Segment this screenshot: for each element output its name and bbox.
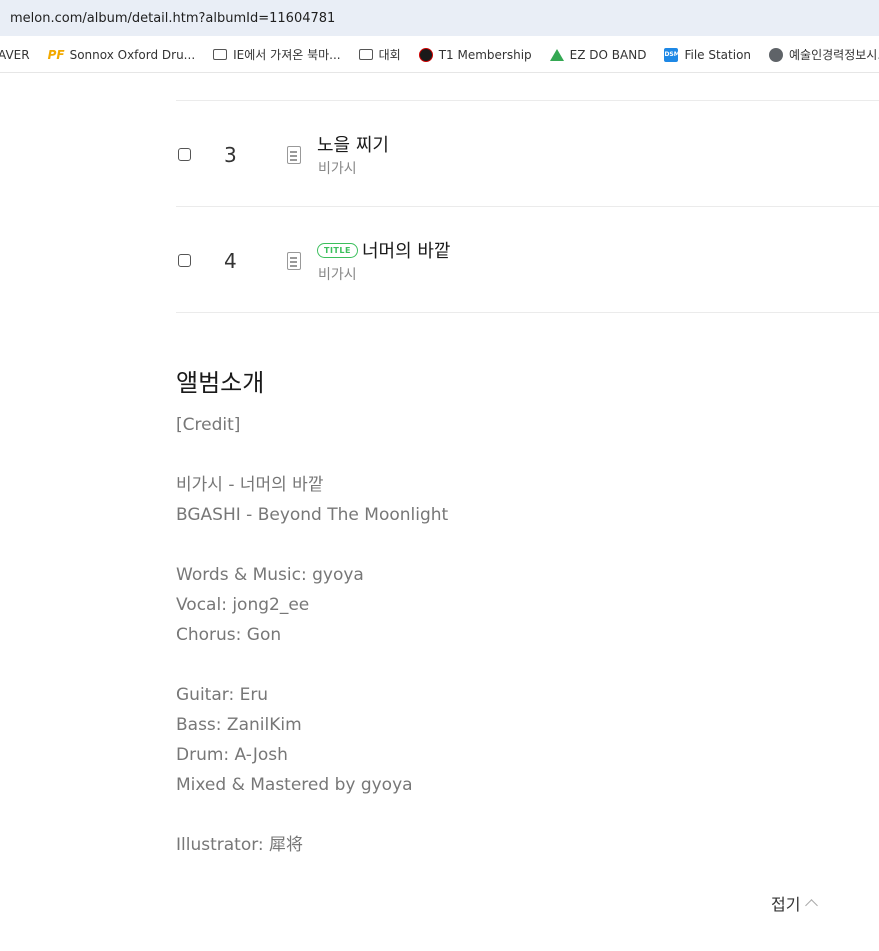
intro-blank-line — [176, 530, 826, 560]
bookmark-label: AVER — [0, 47, 30, 62]
intro-line: Illustrator: 犀将 — [176, 835, 304, 855]
intro-line: Guitar: Eru — [176, 685, 269, 705]
intro-line: BGASHI - Beyond The Moonlight — [176, 505, 449, 525]
bookmark-filestation[interactable]: DSM File Station — [664, 47, 752, 62]
folder-icon — [213, 49, 228, 60]
bookmark-folder-ie[interactable]: IE에서 가져온 북마... — [213, 46, 341, 63]
bookmark-sonnox[interactable]: PF Sonnox Oxford Dru... — [48, 48, 196, 62]
track-title[interactable]: TITLE 너머의 바깥 — [317, 237, 450, 263]
intro-line: Drum: A-Josh — [176, 745, 288, 765]
track-title-text[interactable]: 노을 찌기 — [317, 131, 389, 157]
bookmark-label: 예술인경력정보시... — [789, 48, 879, 62]
collapse-button[interactable]: 접기 — [771, 891, 819, 915]
track-checkbox[interactable] — [178, 254, 191, 267]
track-artist[interactable]: 비가시 — [318, 264, 357, 284]
dsm-icon: DSM — [664, 47, 680, 62]
lyrics-icon[interactable] — [287, 146, 301, 164]
bookmark-artist-career[interactable]: 예술인경력정보시... — [769, 46, 879, 63]
bookmark-naver[interactable]: AVER — [0, 48, 30, 62]
intro-line: [Credit] — [176, 415, 241, 435]
intro-line: Mixed & Mastered by gyoya — [176, 775, 413, 795]
track-title[interactable]: 노을 찌기 — [317, 131, 389, 157]
intro-blank-line — [176, 440, 826, 470]
album-intro-heading: 앨범소개 — [176, 369, 265, 397]
track-artist[interactable]: 비가시 — [318, 158, 357, 178]
url-text[interactable]: melon.com/album/detail.htm?albumId=11604… — [10, 11, 335, 26]
track-row: 3 노을 찌기 비가시 — [176, 101, 879, 206]
track-number: 4 — [224, 249, 237, 273]
collapse-label: 접기 — [771, 895, 801, 914]
intro-line: Bass: ZanilKim — [176, 715, 302, 735]
bookmark-label: Sonnox Oxford Dru... — [69, 47, 196, 62]
bookmark-label: File Station — [684, 47, 752, 62]
intro-blank-line — [176, 650, 826, 680]
bookmark-ezdoband[interactable]: EZ DO BAND — [549, 47, 647, 62]
pf-icon: PF — [47, 47, 65, 62]
album-intro-text: [Credit] 비가시 - 너머의 바깥 BGASHI - Beyond Th… — [176, 410, 826, 860]
bookmark-t1[interactable]: T1 Membership — [418, 47, 532, 62]
bookmark-label: T1 Membership — [438, 47, 532, 62]
globe-icon — [769, 47, 784, 62]
lyrics-icon[interactable] — [287, 252, 301, 270]
track-row: 4 TITLE 너머의 바깥 비가시 — [176, 207, 879, 312]
t1-icon — [418, 47, 433, 62]
bookmark-folder-contest[interactable]: 대회 — [358, 46, 401, 63]
intro-line: Vocal: jong2_ee — [176, 595, 310, 615]
track-checkbox[interactable] — [178, 148, 191, 161]
address-bar[interactable]: melon.com/album/detail.htm?albumId=11604… — [0, 0, 879, 36]
bookmark-label: IE에서 가져온 북마... — [233, 48, 341, 62]
track-title-text[interactable]: 너머의 바깥 — [362, 237, 451, 263]
intro-line: Chorus: Gon — [176, 625, 282, 645]
row-divider — [176, 312, 879, 313]
bookmark-label: 대회 — [378, 48, 401, 62]
bookmark-label: EZ DO BAND — [569, 47, 647, 62]
google-drive-icon — [549, 48, 564, 61]
chevron-up-icon — [805, 899, 819, 912]
track-number: 3 — [224, 143, 237, 167]
intro-blank-line — [176, 800, 826, 830]
intro-line: Words & Music: gyoya — [176, 565, 364, 585]
folder-icon — [358, 49, 373, 60]
title-track-badge: TITLE — [317, 242, 358, 258]
intro-line: 비가시 - 너머의 바깥 — [176, 475, 324, 495]
bookmarks-bar: AVER PF Sonnox Oxford Dru... IE에서 가져온 북마… — [0, 37, 879, 73]
